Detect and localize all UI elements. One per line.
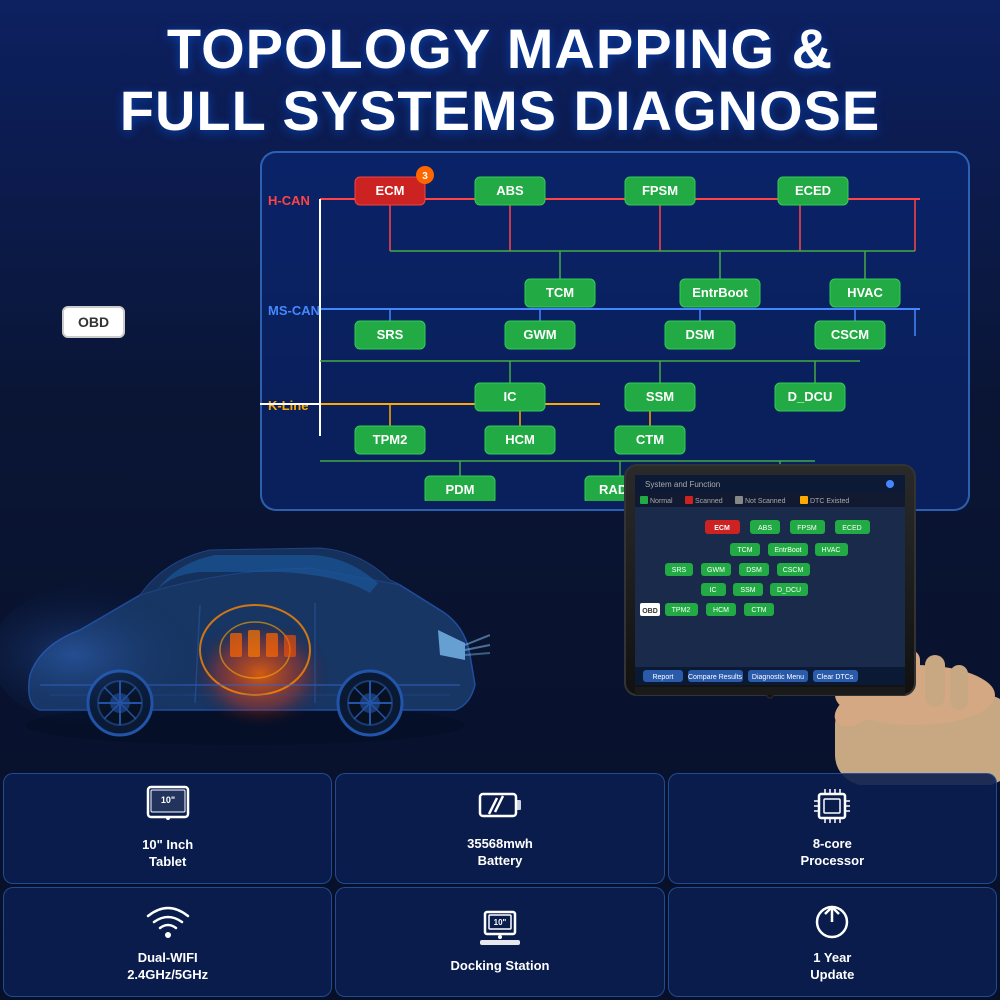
svg-text:Diagnostic Menu: Diagnostic Menu	[752, 674, 804, 681]
docking-icon: 10"	[475, 908, 525, 953]
svg-text:OBD: OBD	[642, 608, 658, 615]
docking-feature-text: Docking Station	[451, 958, 550, 975]
svg-text:FPSM: FPSM	[642, 183, 678, 198]
svg-text:GWM: GWM	[523, 327, 556, 342]
feature-update: 1 Year Update	[668, 887, 997, 998]
svg-text:CTM: CTM	[751, 607, 766, 614]
svg-text:EntrBoot: EntrBoot	[692, 285, 748, 300]
svg-text:ECM: ECM	[376, 183, 405, 198]
svg-text:GWM: GWM	[707, 567, 725, 574]
svg-text:Clear DTCs: Clear DTCs	[817, 674, 854, 681]
svg-text:System and Function: System and Function	[645, 480, 720, 489]
svg-text:Not Scanned: Not Scanned	[745, 498, 786, 505]
svg-text:ECED: ECED	[842, 525, 861, 532]
svg-text:Compare Results: Compare Results	[688, 674, 743, 681]
update-icon	[807, 900, 857, 945]
feature-processor: 8-core Processor	[668, 773, 997, 884]
svg-text:ECM: ECM	[714, 525, 730, 532]
processor-icon	[807, 786, 857, 831]
svg-text:10": 10"	[161, 795, 175, 805]
tablet-section: System and Function Normal Scanned Not S…	[605, 455, 1000, 785]
svg-text:HCM: HCM	[713, 607, 729, 614]
battery-icon	[475, 786, 525, 831]
svg-text:CSCM: CSCM	[783, 567, 804, 574]
page-title: TOPOLOGY MAPPING & FULL SYSTEMS DIAGNOSE	[20, 18, 980, 141]
car-section	[0, 475, 490, 765]
svg-text:3: 3	[422, 171, 428, 182]
feature-battery: 35568mwh Battery	[335, 773, 664, 884]
svg-text:D_DCU: D_DCU	[777, 587, 801, 594]
title-line1: TOPOLOGY MAPPING &	[167, 17, 833, 80]
svg-text:H-CAN: H-CAN	[268, 193, 310, 208]
svg-text:10": 10"	[494, 918, 507, 927]
header: TOPOLOGY MAPPING & FULL SYSTEMS DIAGNOSE	[0, 0, 1000, 151]
svg-text:HVAC: HVAC	[822, 547, 841, 554]
tablet-feature-text: 10" Inch Tablet	[142, 837, 193, 871]
svg-text:DSM: DSM	[746, 567, 762, 574]
features-grid: 10" 10" Inch Tablet 35568mwh Battery	[0, 770, 1000, 1000]
title-line2: FULL SYSTEMS DIAGNOSE	[120, 79, 880, 142]
svg-text:EntrBoot: EntrBoot	[774, 547, 801, 554]
tablet-svg: System and Function Normal Scanned Not S…	[605, 455, 1000, 785]
svg-text:ABS: ABS	[758, 525, 772, 532]
svg-text:IC: IC	[504, 389, 518, 404]
obd-label: OBD	[62, 306, 125, 338]
svg-text:TPM2: TPM2	[373, 432, 408, 447]
svg-text:Scanned: Scanned	[695, 498, 723, 505]
svg-text:HCM: HCM	[505, 432, 535, 447]
svg-text:ABS: ABS	[496, 183, 524, 198]
svg-text:Normal: Normal	[650, 498, 673, 505]
svg-text:SRS: SRS	[672, 567, 687, 574]
svg-text:HVAC: HVAC	[847, 285, 883, 300]
svg-text:DTC Existed: DTC Existed	[810, 498, 849, 505]
svg-text:Report: Report	[652, 674, 673, 681]
svg-text:CSCM: CSCM	[831, 327, 869, 342]
update-feature-text: 1 Year Update	[810, 950, 854, 984]
tablet-icon: 10"	[143, 785, 193, 832]
car-svg	[0, 475, 490, 765]
svg-text:DSM: DSM	[686, 327, 715, 342]
svg-text:K-Line: K-Line	[268, 398, 308, 413]
svg-text:SSM: SSM	[646, 389, 674, 404]
svg-text:ECED: ECED	[795, 183, 831, 198]
svg-text:SSM: SSM	[740, 587, 755, 594]
svg-text:TPM2: TPM2	[672, 607, 691, 614]
feature-docking: 10" Docking Station	[335, 887, 664, 998]
feature-wifi: Dual-WIFI 2.4GHz/5GHz	[3, 887, 332, 998]
svg-text:TCM: TCM	[546, 285, 574, 300]
battery-feature-text: 35568mwh Battery	[467, 836, 533, 870]
svg-text:CTM: CTM	[636, 432, 664, 447]
main-container: TOPOLOGY MAPPING & FULL SYSTEMS DIAGNOSE…	[0, 0, 1000, 1000]
svg-text:MS-CAN: MS-CAN	[268, 303, 320, 318]
wifi-icon	[143, 900, 193, 945]
feature-tablet: 10" 10" Inch Tablet	[3, 773, 332, 884]
svg-text:SRS: SRS	[377, 327, 404, 342]
topology-svg: H-CAN MS-CAN K-Line ECM 3 ABS FPSM ECED	[260, 161, 960, 501]
svg-text:TCM: TCM	[737, 547, 752, 554]
svg-text:D_DCU: D_DCU	[788, 389, 833, 404]
svg-text:FPSM: FPSM	[797, 525, 817, 532]
topology-diagram: H-CAN MS-CAN K-Line ECM 3 ABS FPSM ECED	[260, 161, 960, 501]
processor-feature-text: 8-core Processor	[801, 836, 865, 870]
svg-text:IC: IC	[710, 587, 717, 594]
wifi-feature-text: Dual-WIFI 2.4GHz/5GHz	[127, 950, 208, 984]
